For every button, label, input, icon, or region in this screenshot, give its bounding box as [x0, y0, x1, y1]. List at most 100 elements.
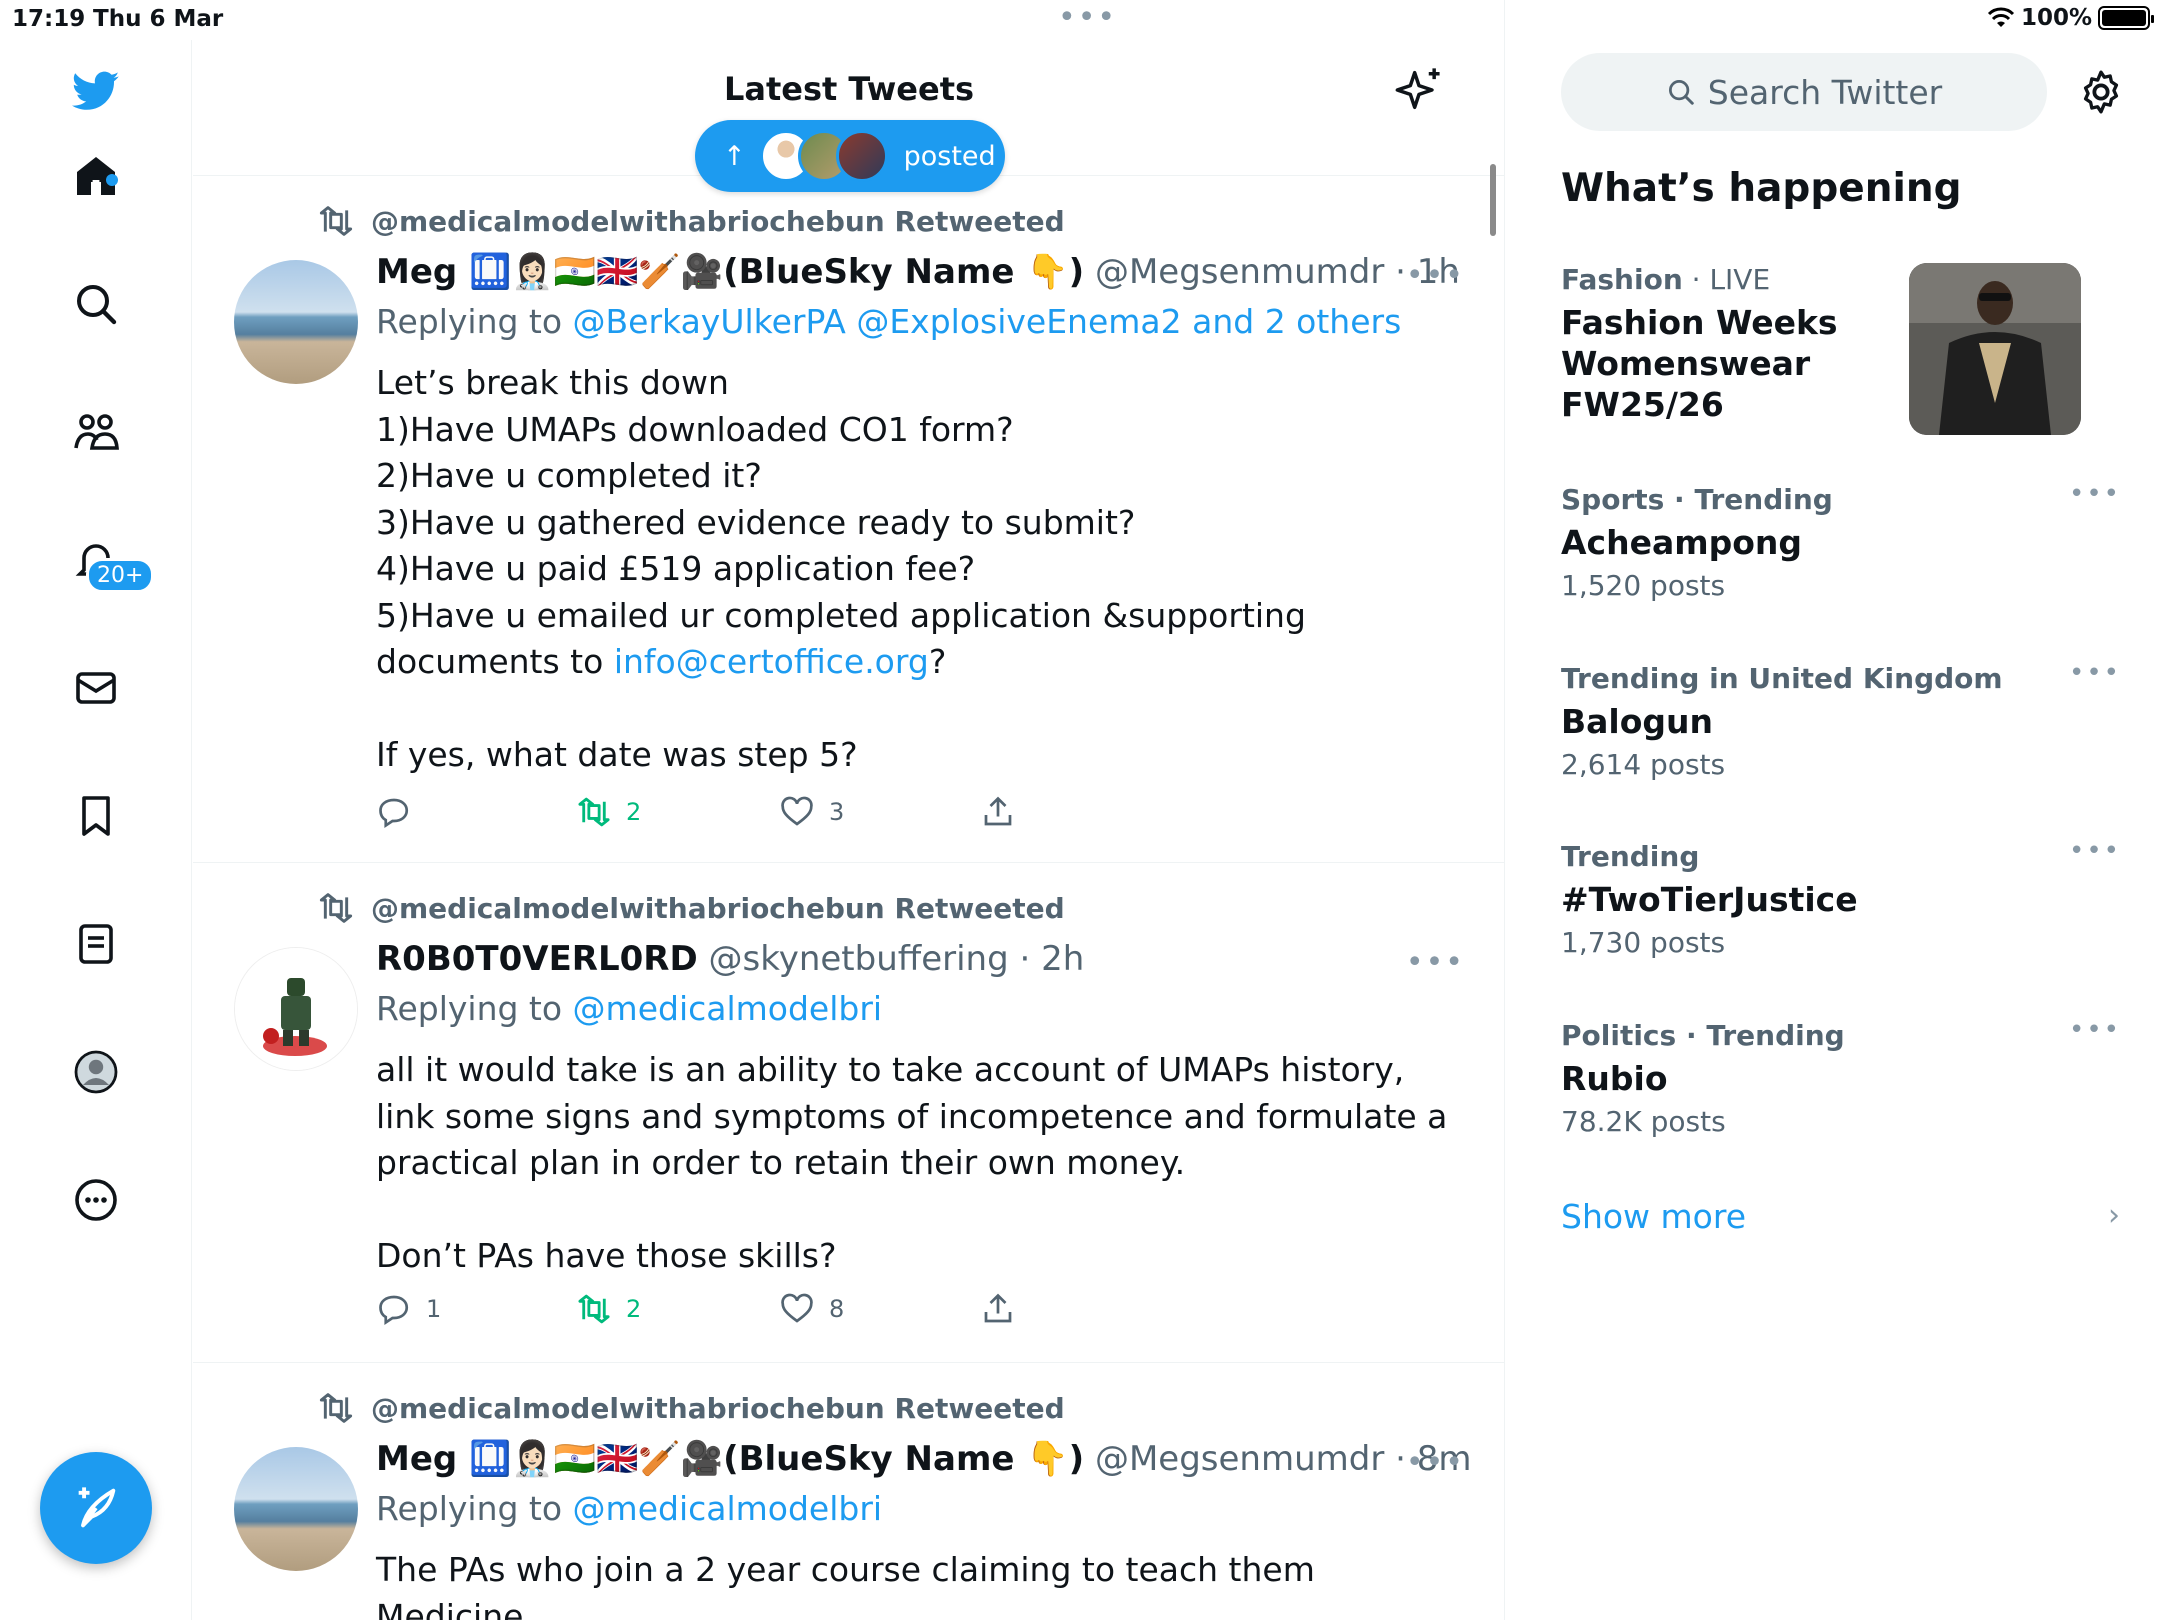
trend-live-label: · LIVE	[1682, 263, 1771, 296]
search-placeholder: Search Twitter	[1707, 72, 1943, 112]
share-button[interactable]	[980, 1291, 1016, 1327]
trend-thumbnail	[1909, 263, 2081, 435]
share-icon	[984, 796, 1012, 826]
replying-to-link[interactable]: @medicalmodelbri	[573, 989, 883, 1028]
left-nav: 20+	[0, 40, 192, 1620]
trend-more-button[interactable]: •••	[2069, 1015, 2121, 1045]
trend-category-label: Fashion	[1561, 263, 1683, 296]
avatar[interactable]	[234, 1447, 358, 1571]
retweet-button[interactable]: 2	[576, 794, 641, 830]
tweet-header: Meg 🛄👩🏻‍⚕️🇮🇳🇬🇧🏏🎥(BlueSky Name 👇) @Megsen…	[376, 1439, 1472, 1479]
tweet[interactable]: @medicalmodelwithabriochebun Retweeted R…	[193, 863, 1504, 1363]
battery-icon	[2098, 6, 2154, 30]
bookmarks-icon[interactable]	[68, 788, 124, 844]
status-right: 100%	[1987, 5, 2154, 31]
search-input[interactable]: Search Twitter	[1561, 53, 2047, 131]
sparkle-icon[interactable]	[1393, 64, 1445, 116]
whats-happening-title: What’s happening	[1561, 166, 1962, 211]
arrow-up-icon: ↑	[723, 140, 746, 172]
retweet-button[interactable]: 2	[576, 1291, 641, 1327]
reply-icon	[379, 1295, 409, 1326]
notifications-badge: 20+	[86, 558, 155, 593]
messages-icon[interactable]	[68, 660, 124, 716]
tweet[interactable]: @medicalmodelwithabriochebun Retweeted M…	[193, 176, 1504, 863]
share-button[interactable]	[980, 794, 1016, 830]
like-count: 8	[829, 1295, 845, 1323]
replying-to-link[interactable]: @BerkayUlkerPA @ExplosiveEnema2 and 2 ot…	[573, 302, 1402, 341]
retweeted-by[interactable]: @medicalmodelwithabriochebun Retweeted	[371, 205, 1065, 238]
tweet-time: · 2h	[1019, 939, 1085, 979]
compose-button[interactable]	[40, 1452, 152, 1564]
profile-icon[interactable]	[68, 1044, 124, 1100]
replying-to-link[interactable]: @medicalmodelbri	[573, 1489, 883, 1528]
trend-count: 1,730 posts	[1561, 926, 1726, 959]
trend-item[interactable]: Politics · Trending Rubio 78.2K posts ••…	[1561, 1015, 2121, 1138]
trend-more-button[interactable]: •••	[2069, 836, 2121, 866]
trend-item[interactable]: Fashion · LIVE Fashion Weeks Womenswear …	[1561, 263, 2121, 435]
home-unread-dot	[106, 174, 118, 186]
replying-prefix: Replying to	[376, 1489, 573, 1528]
gear-icon[interactable]	[2076, 67, 2126, 117]
trend-item[interactable]: Sports · Trending Acheampong 1,520 posts…	[1561, 479, 2121, 602]
retweet-icon	[319, 893, 353, 923]
pill-avatars	[759, 130, 888, 182]
twitter-bird-icon[interactable]	[68, 63, 124, 119]
tweet[interactable]: @medicalmodelwithabriochebun Retweeted M…	[193, 1363, 1504, 1620]
trend-count: 1,520 posts	[1561, 569, 1726, 602]
author-handle[interactable]: @Megsenmumdr	[1095, 252, 1384, 292]
avatar	[835, 130, 888, 182]
page-title: Latest Tweets	[723, 70, 975, 108]
trend-more-button[interactable]: •••	[2069, 479, 2121, 509]
author-handle[interactable]: @skynetbuffering	[709, 939, 1009, 979]
tweet-header: Meg 🛄👩🏻‍⚕️🇮🇳🇬🇧🏏🎥(BlueSky Name 👇) @Megsen…	[376, 252, 1460, 292]
email-link[interactable]: info@certoffice.org	[614, 642, 929, 681]
search-icon	[1668, 80, 1694, 105]
tweet-header: R0B0T0VERL0RD @skynetbuffering · 2h	[376, 939, 1084, 979]
chevron-right-icon: ›	[2108, 1198, 2120, 1233]
retweet-icon	[578, 797, 610, 827]
author-name[interactable]: R0B0T0VERL0RD	[376, 939, 698, 979]
replying-to: Replying to @medicalmodelbri	[376, 989, 882, 1028]
status-time: 17:19	[12, 6, 86, 32]
tweet-more-button[interactable]: •••	[1406, 1445, 1465, 1480]
retweet-context: @medicalmodelwithabriochebun Retweeted	[317, 890, 1065, 926]
author-name[interactable]: Meg 🛄👩🏻‍⚕️🇮🇳🇬🇧🏏🎥(BlueSky Name 👇)	[376, 1439, 1084, 1479]
retweet-context: @medicalmodelwithabriochebun Retweeted	[317, 203, 1065, 239]
retweet-count: 2	[626, 798, 642, 826]
like-button[interactable]: 3	[779, 794, 844, 830]
like-count: 3	[829, 798, 845, 826]
tweet-actions: 1 2 8	[376, 1291, 1276, 1331]
replying-to: Replying to @medicalmodelbri	[376, 1489, 882, 1528]
reply-icon	[379, 798, 409, 829]
retweeted-by[interactable]: @medicalmodelwithabriochebun Retweeted	[371, 1392, 1065, 1425]
like-button[interactable]: 8	[779, 1291, 844, 1327]
lists-icon[interactable]	[68, 916, 124, 972]
reply-button[interactable]	[376, 794, 426, 830]
avatar[interactable]	[234, 260, 358, 384]
retweet-count: 2	[626, 1295, 642, 1323]
trend-count: 78.2K posts	[1561, 1105, 1726, 1138]
tweet-text-part: Let’s break this down 1)Have UMAPs downl…	[376, 363, 1306, 681]
replying-prefix: Replying to	[376, 989, 573, 1028]
author-name[interactable]: Meg 🛄👩🏻‍⚕️🇮🇳🇬🇧🏏🎥(BlueSky Name 👇)	[376, 252, 1084, 292]
new-posts-pill[interactable]: ↑ posted	[695, 120, 1005, 192]
trend-item[interactable]: Trending #TwoTierJustice 1,730 posts •••	[1561, 836, 2121, 959]
show-more-link[interactable]: Show more	[1561, 1197, 1746, 1236]
tweet-text: The PAs who join a 2 year course claimin…	[376, 1550, 1315, 1620]
author-handle[interactable]: @Megsenmumdr	[1095, 1439, 1384, 1479]
tweet-text: Let’s break this down 1)Have UMAPs downl…	[376, 360, 1456, 779]
trend-item[interactable]: Trending in United Kingdom Balogun 2,614…	[1561, 658, 2121, 781]
avatar[interactable]	[234, 947, 358, 1071]
right-sidebar: Search Twitter What’s happening Fashion …	[1506, 40, 2160, 1620]
trend-count: 2,614 posts	[1561, 748, 1726, 781]
more-icon[interactable]	[68, 1172, 124, 1228]
reply-button[interactable]: 1	[376, 1291, 441, 1327]
trend-more-button[interactable]: •••	[2069, 658, 2121, 688]
battery-percent: 100%	[2020, 5, 2092, 31]
timeline: Latest Tweets ↑ posted @medicalmodelwith…	[193, 0, 1505, 1620]
tweet-more-button[interactable]: •••	[1406, 258, 1465, 293]
tweet-more-button[interactable]: •••	[1406, 945, 1465, 980]
communities-icon[interactable]	[68, 404, 124, 460]
search-icon[interactable]	[68, 276, 124, 332]
retweeted-by[interactable]: @medicalmodelwithabriochebun Retweeted	[371, 892, 1065, 925]
